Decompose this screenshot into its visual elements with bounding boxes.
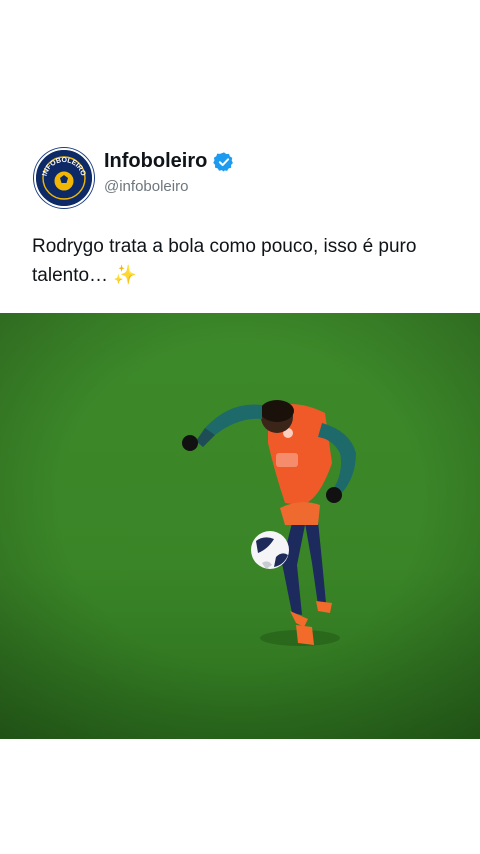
- post-header: INFOBOLEIRO Infoboleiro @infoboleiro: [34, 148, 454, 208]
- sparkles-emoji: ✨: [113, 265, 137, 286]
- tweet-body: Rodrygo trata a bola como pouco, isso é …: [32, 236, 417, 286]
- infoboleiro-logo-icon: INFOBOLEIRO: [36, 150, 92, 206]
- football-player-juggling-image: [0, 313, 480, 739]
- display-name[interactable]: Infoboleiro: [104, 150, 207, 173]
- tweet-text: Rodrygo trata a bola como pouco, isso é …: [32, 232, 452, 290]
- account-names: Infoboleiro @infoboleiro: [104, 150, 235, 195]
- tweet-media[interactable]: [0, 313, 480, 739]
- verified-badge-icon: [213, 151, 235, 173]
- account-handle[interactable]: @infoboleiro: [104, 178, 235, 195]
- avatar[interactable]: INFOBOLEIRO: [34, 148, 94, 208]
